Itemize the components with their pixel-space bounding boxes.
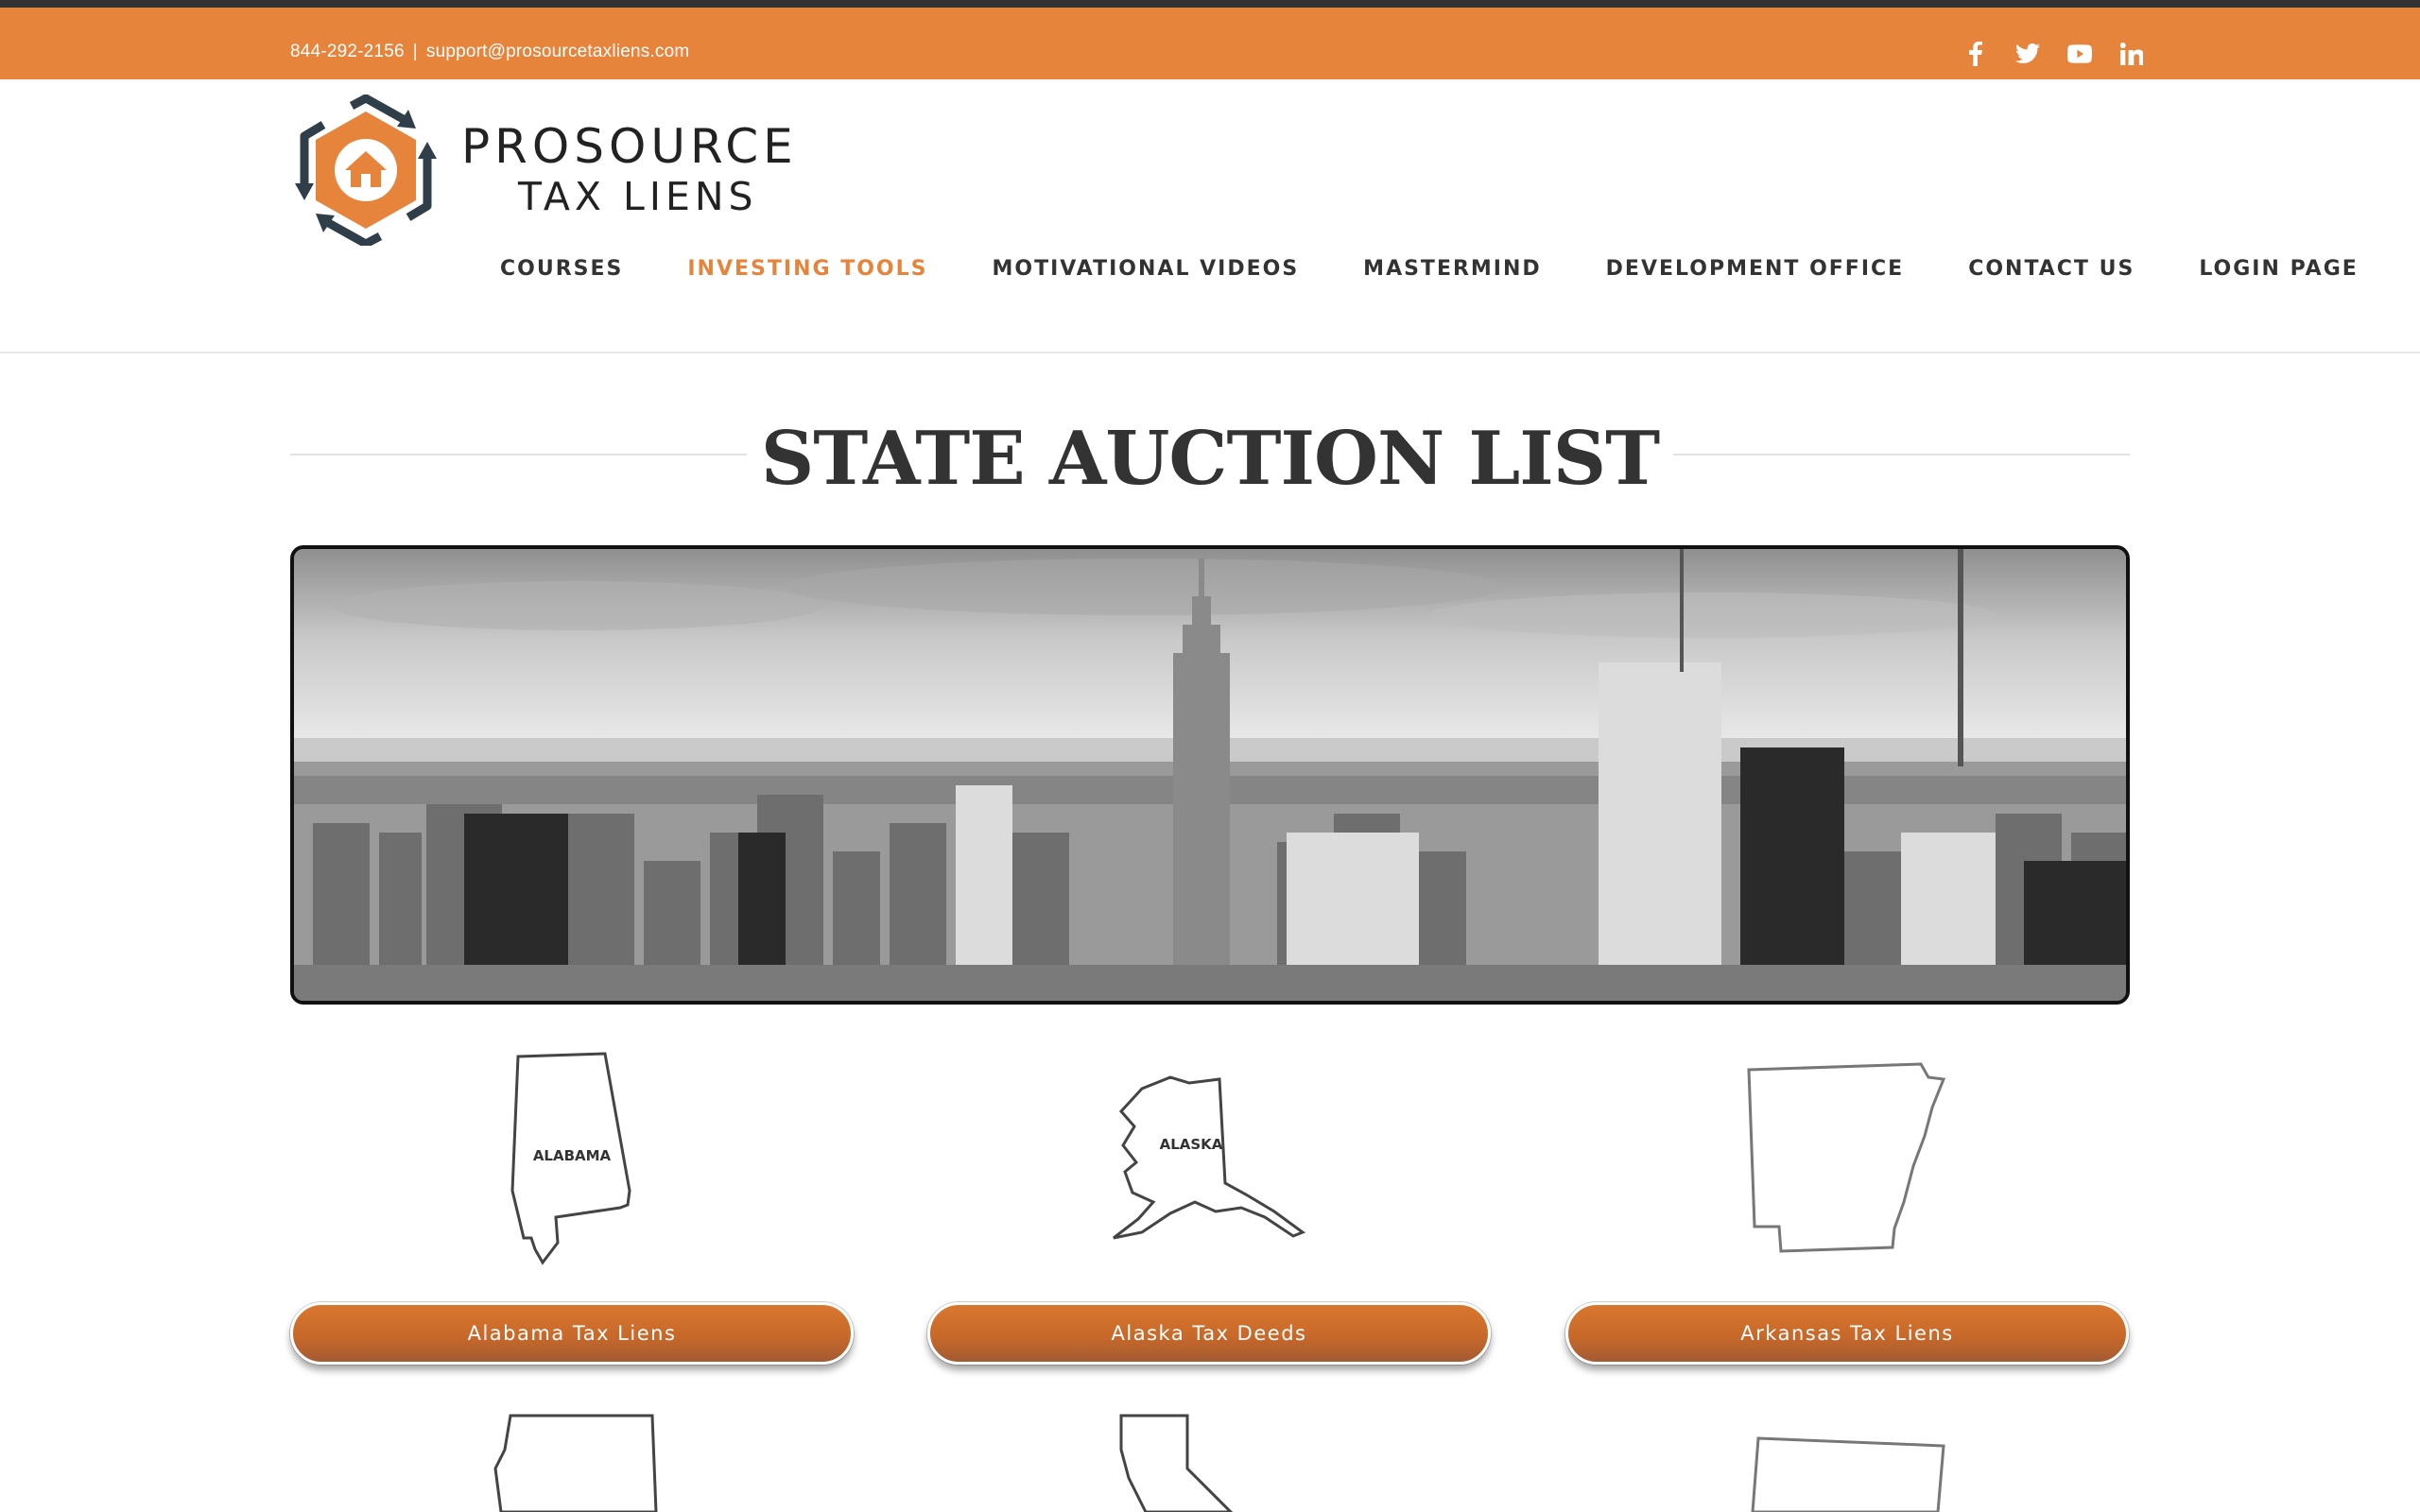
alaska-map-label: ALASKA	[1160, 1136, 1223, 1153]
email-link[interactable]: support@prosourcetaxliens.com	[426, 42, 690, 61]
nav-mastermind[interactable]: MASTERMIND	[1363, 257, 1542, 281]
skyline-image	[294, 549, 2126, 1001]
arkansas-map-icon[interactable]	[1743, 1060, 1951, 1255]
nav-contact-us[interactable]: CONTACT US	[1968, 257, 2135, 281]
city-skyline-banner	[290, 545, 2130, 1005]
alaska-tax-deeds-button[interactable]: Alaska Tax Deeds	[927, 1302, 1491, 1365]
nav-login-page[interactable]: LOGIN PAGE	[2199, 257, 2358, 281]
alabama-map-label: ALABAMA	[533, 1147, 612, 1164]
logo-line-2: TAX LIENS	[518, 174, 758, 219]
top-edge-line	[0, 0, 2420, 8]
contact-separator: |	[412, 42, 418, 61]
youtube-icon[interactable]	[2053, 39, 2105, 69]
nav-development-office[interactable]: DEVELOPMENT OFFICE	[1606, 257, 1905, 281]
twitter-icon[interactable]	[2001, 39, 2053, 69]
contact-info: 844-292-2156 | support@prosourcetaxliens.c…	[290, 42, 689, 62]
phone-number[interactable]: 844-292-2156	[290, 42, 405, 61]
facebook-icon[interactable]	[1949, 39, 2001, 69]
logo-wordmark: PROSOURCE TAX LIENS	[461, 120, 798, 220]
colorado-map-icon[interactable]	[1749, 1431, 1947, 1512]
alabama-map-icon[interactable]: ALABAMA	[499, 1049, 641, 1266]
title-divider-right	[1673, 454, 2130, 455]
main-nav: COURSES INVESTING TOOLS MOTIVATIONAL VID…	[500, 257, 2359, 281]
alabama-tax-liens-button[interactable]: Alabama Tax Liens	[290, 1302, 854, 1365]
contact-topbar: 844-292-2156 | support@prosourcetaxliens.c…	[0, 8, 2420, 79]
logo-hexagon-icon	[295, 94, 437, 246]
linkedin-icon[interactable]	[2105, 39, 2157, 69]
page-title-row: STATE AUCTION LIST	[290, 416, 2130, 502]
logo-line-1: PROSOURCE	[461, 119, 798, 174]
site-logo[interactable]: PROSOURCE TAX LIENS	[295, 94, 798, 246]
page-title: STATE AUCTION LIST	[760, 416, 1660, 502]
social-links	[1949, 39, 2157, 69]
nav-courses[interactable]: COURSES	[500, 257, 623, 281]
alaska-map-icon[interactable]: ALASKA	[1104, 1070, 1318, 1240]
nav-motivational-videos[interactable]: MOTIVATIONAL VIDEOS	[992, 257, 1299, 281]
arizona-map-icon[interactable]	[492, 1412, 662, 1512]
arkansas-tax-liens-button[interactable]: Arkansas Tax Liens	[1565, 1302, 2129, 1365]
nav-investing-tools[interactable]: INVESTING TOOLS	[687, 257, 927, 281]
california-map-icon[interactable]	[1115, 1412, 1238, 1512]
